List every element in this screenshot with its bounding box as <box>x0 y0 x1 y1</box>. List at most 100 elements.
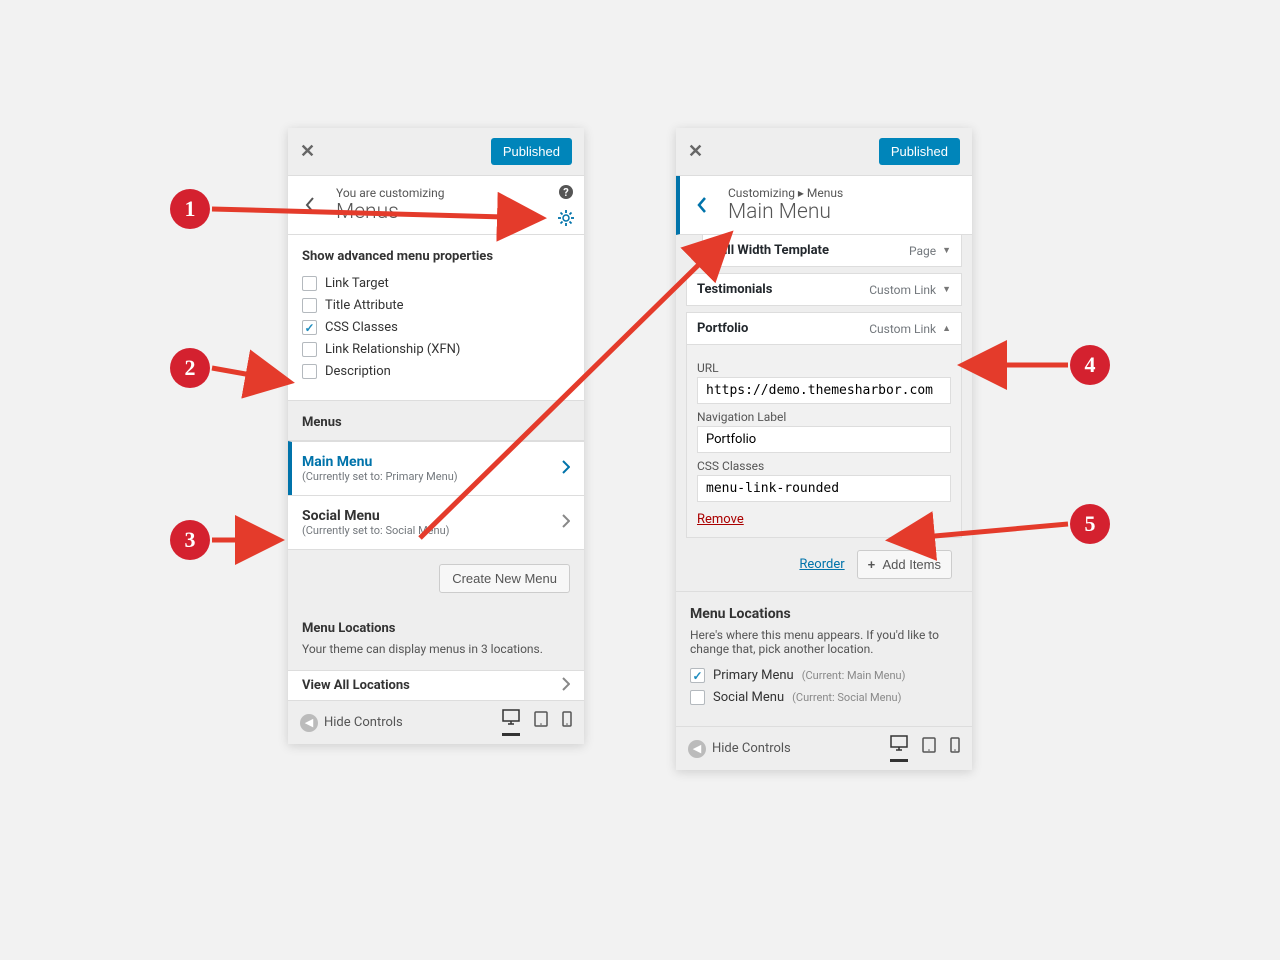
menu-item-type: Custom Link <box>869 322 936 336</box>
css-classes-input[interactable] <box>697 475 951 502</box>
back-button[interactable] <box>288 176 332 234</box>
add-items-label: Add Items <box>882 557 941 572</box>
page-title: Menus <box>336 200 572 224</box>
menu-item-testimonials[interactable]: Testimonials Custom Link ▼ <box>686 273 962 306</box>
annotation-badge-2: 2 <box>170 348 210 388</box>
bottom-bar: ◀ Hide Controls <box>288 700 584 744</box>
location-label: Primary Menu <box>713 668 794 683</box>
url-label: URL <box>697 361 951 375</box>
bottom-bar: ◀ Hide Controls <box>676 726 972 770</box>
tablet-icon[interactable] <box>534 711 548 735</box>
menus-section-header: Menus <box>288 401 584 441</box>
url-input[interactable] <box>697 377 951 404</box>
triangle-down-icon: ▼ <box>942 284 951 295</box>
desktop-icon[interactable] <box>502 709 520 736</box>
mobile-icon[interactable] <box>562 711 572 735</box>
add-items-button[interactable]: + Add Items <box>857 550 952 579</box>
advanced-title: Show advanced menu properties <box>302 249 570 264</box>
desktop-icon[interactable] <box>890 735 908 762</box>
menu-item-sub: (Currently set to: Social Menu) <box>302 524 449 537</box>
menu-item-label: Full Width Template <box>713 243 829 258</box>
breadcrumb-pretext: You are customizing <box>336 186 572 200</box>
customizer-panel-main-menu: ✕ Published Customizing ▸ Menus Main Men… <box>676 128 972 770</box>
topbar: ✕ Published <box>676 128 972 176</box>
triangle-up-icon: ▲ <box>942 323 951 334</box>
menus-title: Menus <box>302 415 570 430</box>
breadcrumb-header: Customizing ▸ Menus Main Menu <box>676 176 972 235</box>
advanced-props-section: Show advanced menu properties Link Targe… <box>288 235 584 401</box>
checkbox-title-attr[interactable]: Title Attribute <box>302 298 570 313</box>
checkbox-css-classes[interactable]: CSS Classes <box>302 320 570 335</box>
location-label: Social Menu <box>713 690 784 705</box>
remove-link[interactable]: Remove <box>697 512 744 527</box>
location-current: (Current: Main Menu) <box>802 669 906 682</box>
publish-button[interactable]: Published <box>879 138 960 165</box>
mobile-icon[interactable] <box>950 737 960 761</box>
css-classes-label: CSS Classes <box>697 459 951 473</box>
checkbox-label: Link Relationship (XFN) <box>325 342 460 357</box>
reorder-link[interactable]: Reorder <box>799 557 844 572</box>
menu-actions-row: Reorder + Add Items <box>686 538 962 591</box>
menu-item-type: Custom Link <box>869 283 936 297</box>
gear-icon[interactable] <box>558 210 574 230</box>
menu-item-portfolio[interactable]: Portfolio Custom Link ▲ <box>686 312 962 345</box>
annotation-badge-1: 1 <box>170 189 210 229</box>
menu-item-full-width[interactable]: Full Width Template Page▼ <box>702 235 962 267</box>
breadcrumb-pretext: Customizing ▸ Menus <box>728 186 960 200</box>
menu-item-portfolio-panel: URL Navigation Label CSS Classes Remove <box>686 345 962 538</box>
hide-controls-button[interactable]: ◀ Hide Controls <box>688 740 882 758</box>
menu-locations-summary: Menu Locations Your theme can display me… <box>288 607 584 670</box>
svg-text:?: ? <box>563 186 569 199</box>
breadcrumb-header: You are customizing Menus ? <box>288 176 584 235</box>
annotation-badge-3: 3 <box>170 520 210 560</box>
locations-desc: Your theme can display menus in 3 locati… <box>302 642 570 656</box>
locations-title: Menu Locations <box>302 621 570 636</box>
view-all-label: View All Locations <box>302 678 410 693</box>
customizer-panel-menus: ✕ Published You are customizing Menus ? … <box>288 128 584 744</box>
menu-item-main-menu[interactable]: Main Menu (Currently set to: Primary Men… <box>288 441 584 496</box>
location-social-checkbox[interactable]: Social Menu (Current: Social Menu) <box>690 690 958 705</box>
annotation-badge-5: 5 <box>1070 504 1110 544</box>
menu-item-label: Social Menu <box>302 508 449 524</box>
menu-item-label: Portfolio <box>697 321 748 336</box>
annotation-badge-4: 4 <box>1070 345 1110 385</box>
checkbox-label: Link Target <box>325 276 389 291</box>
menu-item-label: Testimonials <box>697 282 772 297</box>
publish-button[interactable]: Published <box>491 138 572 165</box>
topbar: ✕ Published <box>288 128 584 176</box>
create-new-menu-button[interactable]: Create New Menu <box>439 564 570 593</box>
tablet-icon[interactable] <box>922 737 936 761</box>
nav-label-input[interactable] <box>697 426 951 453</box>
checkbox-description[interactable]: Description <box>302 364 570 379</box>
checkbox-link-rel[interactable]: Link Relationship (XFN) <box>302 342 570 357</box>
menu-locations-section: Menu Locations Here's where this menu ap… <box>676 591 972 726</box>
nav-label-label: Navigation Label <box>697 410 951 424</box>
location-current: (Current: Social Menu) <box>792 691 901 704</box>
close-icon[interactable]: ✕ <box>300 141 315 162</box>
checkbox-link-target[interactable]: Link Target <box>302 276 570 291</box>
menu-item-sub: (Currently set to: Primary Menu) <box>302 470 458 483</box>
view-all-locations[interactable]: View All Locations <box>288 670 584 700</box>
checkbox-label: CSS Classes <box>325 320 398 335</box>
chevron-left-icon <box>305 197 315 213</box>
annotation-arrows <box>0 0 1280 960</box>
locations-desc: Here's where this menu appears. If you'd… <box>690 628 958 656</box>
chevron-right-icon <box>562 677 570 695</box>
chevron-right-icon <box>562 460 570 478</box>
create-menu-row: Create New Menu <box>288 550 584 607</box>
chevron-right-icon <box>562 514 570 532</box>
menu-item-type: Page <box>909 244 936 258</box>
menu-items-list: Full Width Template Page▼ Testimonials C… <box>676 235 972 591</box>
hide-controls-button[interactable]: ◀ Hide Controls <box>300 714 494 732</box>
close-icon[interactable]: ✕ <box>688 141 703 162</box>
locations-title: Menu Locations <box>690 606 958 622</box>
hide-controls-label: Hide Controls <box>324 715 403 730</box>
chevron-left-icon <box>697 197 707 213</box>
back-button[interactable] <box>680 176 724 234</box>
location-primary-checkbox[interactable]: Primary Menu (Current: Main Menu) <box>690 668 958 683</box>
menu-item-social-menu[interactable]: Social Menu (Currently set to: Social Me… <box>288 495 584 550</box>
checkbox-label: Description <box>325 364 391 379</box>
collapse-icon: ◀ <box>688 740 706 758</box>
help-icon[interactable]: ? <box>558 184 574 204</box>
hide-controls-label: Hide Controls <box>712 741 791 756</box>
